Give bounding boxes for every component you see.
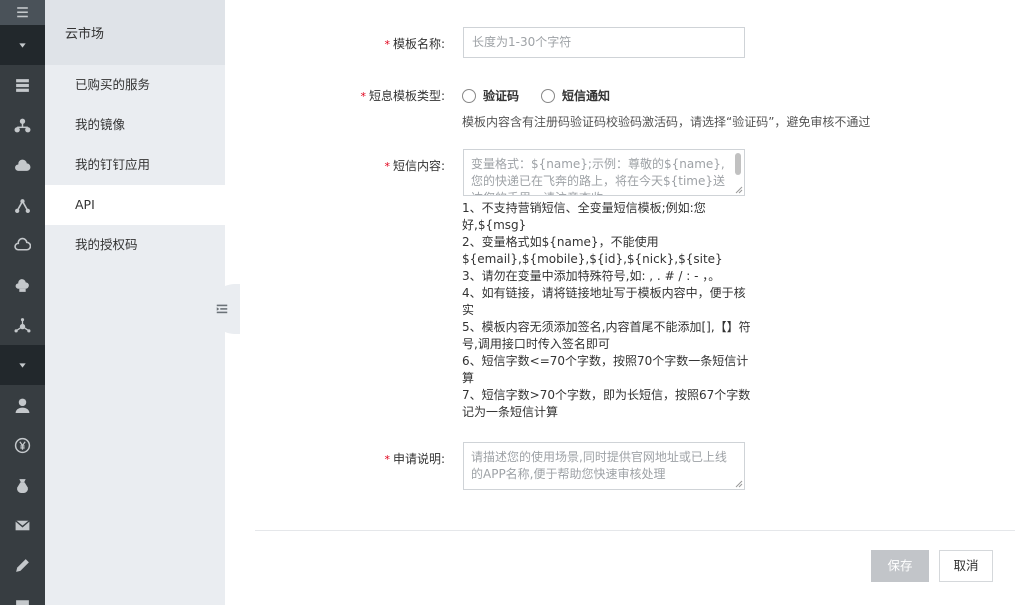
cloud-icon[interactable]: [0, 225, 45, 265]
template-type-hint: 模板内容含有注册码验证码校验码激活码，请选择“验证码”，避免审核不通过: [462, 115, 871, 129]
hub-icon[interactable]: [0, 305, 45, 345]
sidebar-item-purchased-services[interactable]: 已购买的服务: [45, 65, 225, 105]
user-icon[interactable]: [0, 385, 45, 425]
branch-icon[interactable]: [0, 185, 45, 225]
description-label-text: 申请说明:: [392, 452, 445, 466]
template-type-label-text: 短息模板类型:: [368, 89, 445, 103]
save-button[interactable]: 保存: [871, 550, 929, 582]
main-content: * 模板名称: 长度为1-30个字符 * 短息模板类型: 验证码 短信通知 模板内容…: [225, 0, 1031, 605]
rule-item: 7、短信字数>70个字数，即为长短信，按照67个字数记为一条短信计算: [462, 388, 751, 419]
required-mark: *: [384, 453, 390, 466]
cancel-button[interactable]: 取消: [939, 550, 993, 582]
required-mark: *: [384, 38, 390, 51]
textarea-scrollbar[interactable]: [735, 153, 741, 175]
radio-verification-code-label: 验证码: [483, 89, 520, 103]
required-mark: *: [384, 160, 390, 173]
sidebar-item-auth-codes[interactable]: 我的授权码: [45, 225, 225, 265]
radio-sms-notification-label: 短信通知: [562, 89, 611, 103]
pencil-icon[interactable]: [0, 545, 45, 585]
money-bag-icon[interactable]: [0, 465, 45, 505]
resize-handle-icon[interactable]: [735, 480, 743, 488]
chevron-down-icon[interactable]: [0, 345, 45, 385]
database-icon[interactable]: [0, 65, 45, 105]
icon-rail: [0, 0, 45, 605]
rule-item: 3、请勿在变量中添加特殊符号,如: , . # / : - ，。: [462, 269, 721, 283]
required-mark: *: [360, 90, 366, 103]
content-rules: 1、不支持营销短信、全变量短信模板;例如:您好,${msg} 2、变量格式如${…: [462, 200, 752, 421]
radio-circle[interactable]: [541, 88, 555, 103]
cloud-hand-icon[interactable]: [0, 265, 45, 305]
menu-icon[interactable]: [0, 0, 45, 25]
footer-divider: [255, 530, 1015, 531]
description-textarea[interactable]: 请描述您的使用场景,同时提供官网地址或已上线的APP名称,便于帮助您快速审核处理: [463, 442, 745, 490]
template-name-label-text: 模板名称:: [392, 37, 445, 51]
sidebar: 云市场 已购买的服务 我的镜像 我的钉钉应用 API 我的授权码: [45, 0, 225, 605]
rule-item: 5、模板内容无须添加签名,内容首尾不能添加[],【】符号,调用接口时传入签名即可: [462, 320, 751, 351]
chevron-down-icon[interactable]: [0, 25, 45, 65]
sidebar-item-my-dingtalk-apps[interactable]: 我的钉钉应用: [45, 145, 225, 185]
template-name-label: * 模板名称:: [225, 35, 445, 52]
sidebar-item-my-images[interactable]: 我的镜像: [45, 105, 225, 145]
sidebar-title: 云市场: [45, 0, 225, 65]
description-label: * 申请说明:: [225, 450, 445, 467]
radio-circle[interactable]: [462, 88, 476, 103]
sidebar-item-api[interactable]: API: [45, 185, 225, 225]
rule-item: 6、短信字数<=70个字数，按照70个字数一条短信计算: [462, 354, 749, 385]
sms-content-placeholder: 变量格式：${name};示例：尊敬的${name},您的快递已在飞奔的路上，将…: [471, 157, 726, 195]
description-placeholder: 请描述您的使用场景,同时提供官网地址或已上线的APP名称,便于帮助您快速审核处理: [471, 450, 727, 481]
radio-sms-notification[interactable]: 短信通知: [541, 87, 610, 104]
template-type-label: * 短息模板类型:: [225, 87, 445, 104]
rule-item: 2、变量格式如${name}，不能使用${email},${mobile},${…: [462, 235, 723, 266]
sms-content-textarea[interactable]: 变量格式：${name};示例：尊敬的${name},您的快递已在飞奔的路上，将…: [463, 149, 745, 196]
rule-item: 4、如有链接，请将链接地址写于模板内容中，便于核实: [462, 286, 746, 317]
sms-content-label-text: 短信内容:: [392, 159, 445, 173]
radio-verification-code[interactable]: 验证码: [462, 87, 519, 104]
chat-icon[interactable]: [0, 585, 45, 605]
resize-handle-icon[interactable]: [735, 186, 743, 194]
rule-item: 1、不支持营销短信、全变量短信模板;例如:您好,${msg}: [462, 201, 706, 232]
yen-icon[interactable]: [0, 425, 45, 465]
template-name-input[interactable]: 长度为1-30个字符: [463, 27, 745, 58]
network-icon[interactable]: [0, 105, 45, 145]
mail-icon[interactable]: [0, 505, 45, 545]
sms-content-label: * 短信内容:: [225, 157, 445, 174]
cloud-upload-icon[interactable]: [0, 145, 45, 185]
